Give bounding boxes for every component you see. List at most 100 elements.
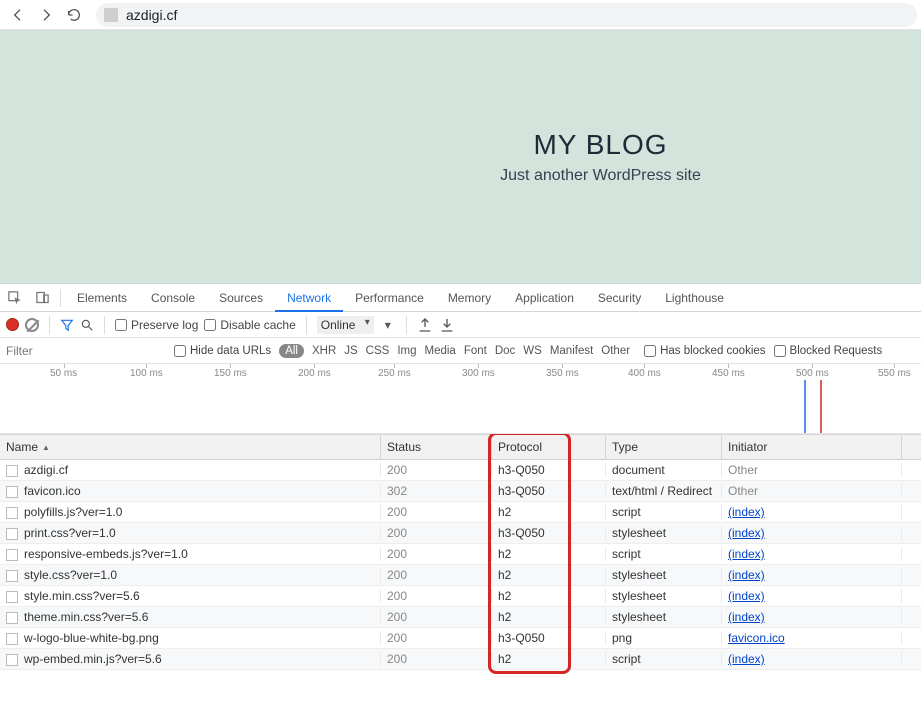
filter-toggle[interactable]: [60, 318, 74, 332]
table-row[interactable]: w-logo-blue-white-bg.png200h3-Q050pngfav…: [0, 628, 921, 649]
timeline-cursor-domcontent: [804, 380, 806, 433]
tab-sources[interactable]: Sources: [207, 284, 275, 312]
tab-performance[interactable]: Performance: [343, 284, 436, 312]
initiator-link[interactable]: (index): [728, 526, 765, 540]
tab-security[interactable]: Security: [586, 284, 653, 312]
record-button[interactable]: [6, 318, 19, 331]
forward-button[interactable]: [32, 2, 60, 28]
cell-type: document: [606, 463, 722, 477]
separator: [406, 316, 407, 334]
table-row[interactable]: favicon.ico302h3-Q050text/html / Redirec…: [0, 481, 921, 502]
back-button[interactable]: [4, 2, 32, 28]
preserve-log-checkbox[interactable]: Preserve log: [115, 318, 198, 332]
tab-console[interactable]: Console: [139, 284, 207, 312]
tab-lighthouse[interactable]: Lighthouse: [653, 284, 736, 312]
hide-data-urls-input[interactable]: [174, 345, 186, 357]
toggle-device-button[interactable]: [28, 284, 56, 312]
cell-name-text: style.min.css?ver=5.6: [24, 589, 140, 603]
cell-status: 200: [381, 568, 492, 582]
cell-status: 200: [381, 547, 492, 561]
table-row[interactable]: style.css?ver=1.0200h2stylesheet(index): [0, 565, 921, 586]
cell-status: 200: [381, 463, 492, 477]
table-row[interactable]: azdigi.cf200h3-Q050documentOther: [0, 460, 921, 481]
network-timeline[interactable]: 50 ms 100 ms 150 ms 200 ms 250 ms 300 ms…: [0, 364, 921, 434]
initiator-link[interactable]: (index): [728, 568, 765, 582]
initiator-link[interactable]: (index): [728, 589, 765, 603]
cell-name: favicon.ico: [0, 484, 381, 498]
filter-cat-xhr[interactable]: XHR: [312, 345, 336, 357]
filter-cat-css[interactable]: CSS: [366, 345, 390, 357]
col-header-status[interactable]: Status: [381, 435, 492, 459]
blocked-requests-input[interactable]: [774, 345, 786, 357]
grid-body[interactable]: azdigi.cf200h3-Q050documentOtherfavicon.…: [0, 460, 921, 707]
tab-application[interactable]: Application: [503, 284, 586, 312]
cell-initiator: (index): [722, 568, 902, 582]
network-filter-bar: Hide data URLs All XHR JS CSS Img Media …: [0, 338, 921, 364]
filter-cat-img[interactable]: Img: [397, 345, 416, 357]
address-bar[interactable]: azdigi.cf: [96, 3, 917, 27]
disable-cache-input[interactable]: [204, 319, 216, 331]
tab-memory[interactable]: Memory: [436, 284, 503, 312]
search-toggle[interactable]: [80, 318, 94, 332]
file-icon: [6, 486, 18, 498]
tab-network[interactable]: Network: [275, 284, 343, 312]
table-row[interactable]: responsive-embeds.js?ver=1.0200h2script(…: [0, 544, 921, 565]
filter-input[interactable]: [6, 342, 166, 360]
col-header-protocol[interactable]: Protocol: [492, 435, 606, 459]
initiator-link[interactable]: (index): [728, 652, 765, 666]
page-favicon-icon: [104, 8, 118, 22]
page-tagline: Just another WordPress site: [500, 167, 701, 185]
table-row[interactable]: print.css?ver=1.0200h3-Q050stylesheet(in…: [0, 523, 921, 544]
cell-type: script: [606, 652, 722, 666]
filter-cat-other[interactable]: Other: [601, 345, 630, 357]
arrow-left-icon: [10, 7, 26, 23]
timeline-tick: 50 ms: [50, 368, 77, 379]
separator: [104, 316, 105, 334]
preserve-log-input[interactable]: [115, 319, 127, 331]
cell-name-text: theme.min.css?ver=5.6: [24, 610, 148, 624]
table-row[interactable]: wp-embed.min.js?ver=5.6200h2script(index…: [0, 649, 921, 670]
filter-cat-ws[interactable]: WS: [523, 345, 542, 357]
file-icon: [6, 507, 18, 519]
throttle-select-wrap[interactable]: Online: [317, 316, 374, 334]
file-icon: [6, 633, 18, 645]
devtools-tabs: Elements Console Sources Network Perform…: [0, 284, 921, 312]
col-header-initiator[interactable]: Initiator: [722, 435, 902, 459]
col-header-name[interactable]: Name: [0, 435, 381, 459]
filter-cat-doc[interactable]: Doc: [495, 345, 515, 357]
filter-cat-all[interactable]: All: [279, 344, 304, 358]
table-row[interactable]: theme.min.css?ver=5.6200h2stylesheet(ind…: [0, 607, 921, 628]
timeline-cursor-load: [820, 380, 822, 433]
clear-button[interactable]: [25, 318, 39, 332]
cell-initiator: (index): [722, 589, 902, 603]
hide-data-urls-checkbox[interactable]: Hide data URLs: [174, 345, 271, 357]
blocked-requests-checkbox[interactable]: Blocked Requests: [774, 345, 883, 357]
col-header-type[interactable]: Type: [606, 435, 722, 459]
import-har-button[interactable]: [417, 317, 433, 333]
table-row[interactable]: style.min.css?ver=5.6200h2stylesheet(ind…: [0, 586, 921, 607]
inspect-element-button[interactable]: [0, 284, 28, 312]
throttle-select[interactable]: Online: [317, 316, 374, 334]
filter-cat-media[interactable]: Media: [425, 345, 456, 357]
has-blocked-cookies-input[interactable]: [644, 345, 656, 357]
export-har-button[interactable]: [439, 317, 455, 333]
tab-elements[interactable]: Elements: [65, 284, 139, 312]
has-blocked-cookies-checkbox[interactable]: Has blocked cookies: [644, 345, 765, 357]
filter-cat-font[interactable]: Font: [464, 345, 487, 357]
disable-cache-checkbox[interactable]: Disable cache: [204, 318, 295, 332]
filter-cat-js[interactable]: JS: [344, 345, 357, 357]
col-header-overflow[interactable]: [902, 435, 921, 459]
initiator-link[interactable]: favicon.ico: [728, 631, 785, 645]
throttle-caret[interactable]: ▾: [380, 317, 396, 333]
reload-button[interactable]: [60, 2, 88, 28]
filter-cat-manifest[interactable]: Manifest: [550, 345, 593, 357]
upload-icon: [417, 317, 433, 333]
initiator-link[interactable]: (index): [728, 547, 765, 561]
table-row[interactable]: polyfills.js?ver=1.0200h2script(index): [0, 502, 921, 523]
cell-name: wp-embed.min.js?ver=5.6: [0, 652, 381, 666]
initiator-link[interactable]: (index): [728, 505, 765, 519]
cell-status: 200: [381, 589, 492, 603]
timeline-tick: 500 ms: [796, 368, 829, 379]
file-icon: [6, 549, 18, 561]
initiator-link[interactable]: (index): [728, 610, 765, 624]
